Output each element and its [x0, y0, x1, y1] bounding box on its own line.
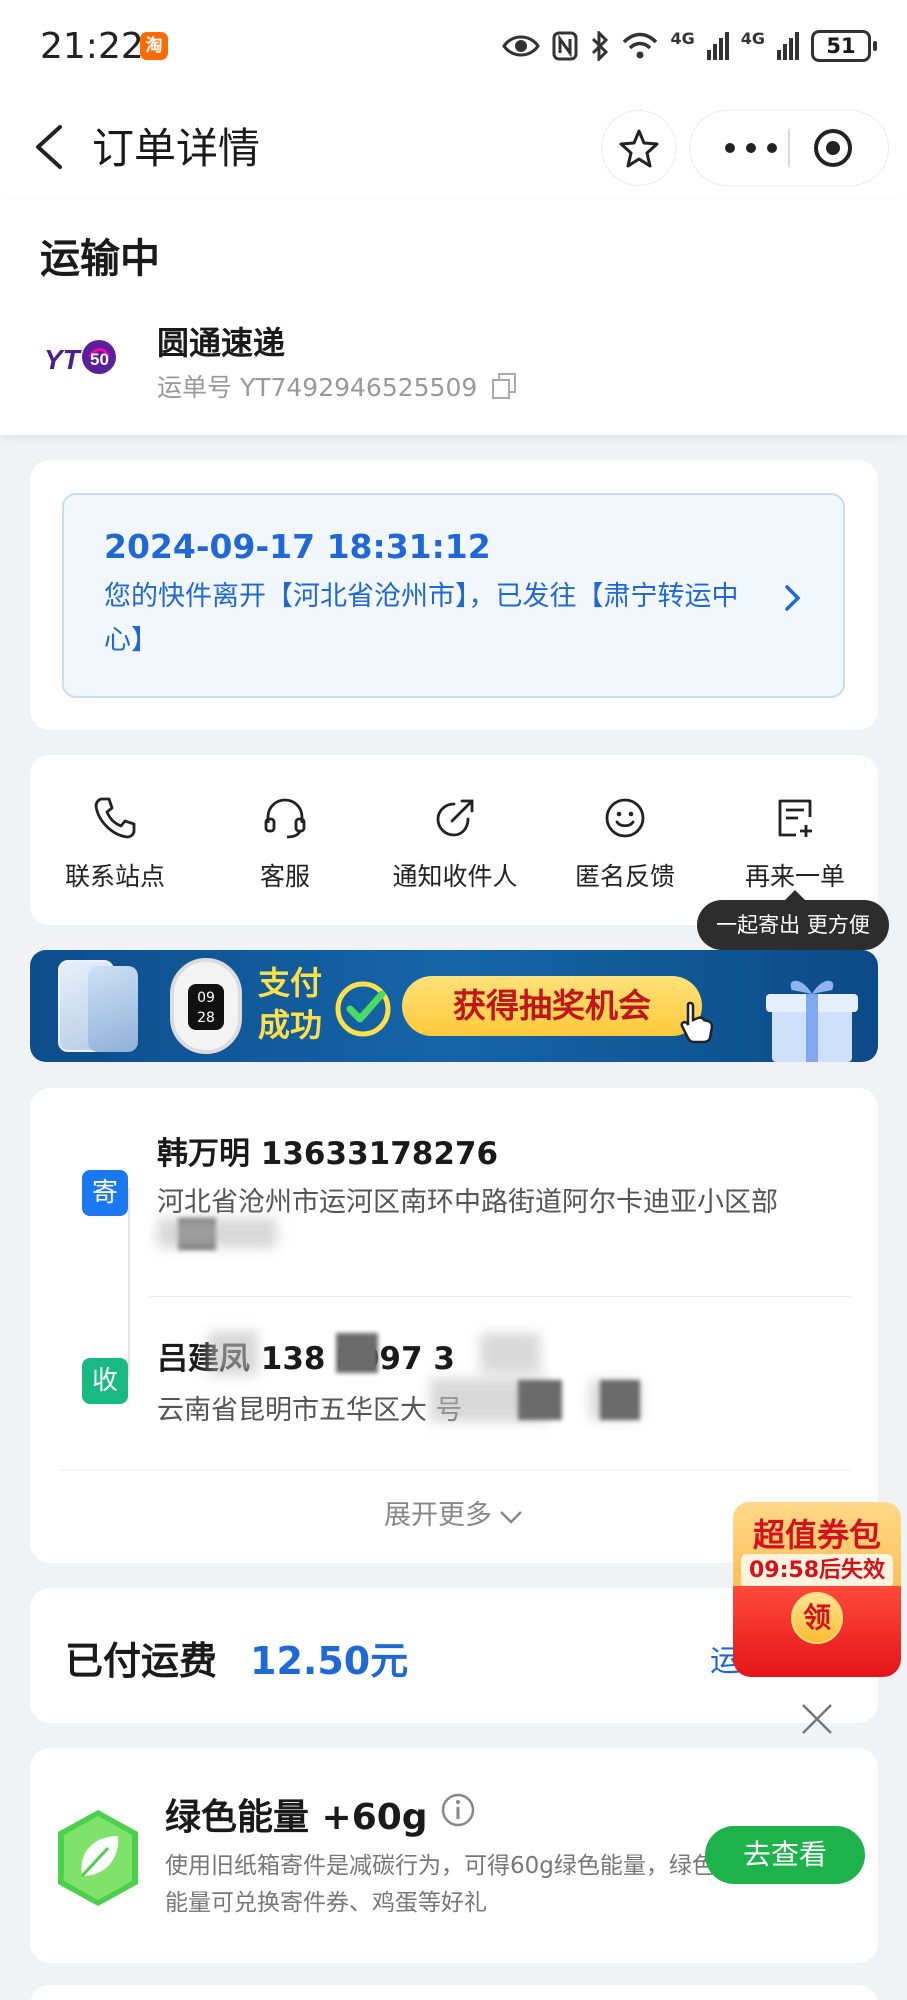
- signal-bars-icon: [706, 32, 729, 60]
- action-label: 再来一单: [744, 862, 845, 891]
- bluetooth-icon: [592, 31, 609, 61]
- expand-divider: [60, 1470, 850, 1471]
- address-card: 寄 韩万明 13633178276 河北省沧州市运河区南环中路街道阿尔卡迪亚小区…: [30, 1088, 878, 1563]
- action-label: 客服: [259, 862, 310, 891]
- more-icon[interactable]: [716, 133, 786, 163]
- waybill-text: 运单号 YT7492946525509: [157, 373, 478, 402]
- pay-line-2: 成功: [258, 1006, 323, 1044]
- wifi-icon: [623, 32, 658, 59]
- signal-4g-icon: 4G: [670, 28, 695, 48]
- nav-bar: 订单详情: [0, 95, 907, 200]
- sender-address: 河北省沧州市运河区南环中路街道阿尔卡迪亚小区部: [157, 1187, 778, 1218]
- lottery-banner[interactable]: 09 28 支付 成功 获得抽奖机会: [30, 950, 878, 1062]
- order-status: 运输中: [40, 236, 160, 282]
- expand-more-label: 展开更多: [384, 1500, 492, 1531]
- gift-icon: [766, 980, 858, 1062]
- status-time: 21:22: [40, 26, 144, 67]
- status-bar: 21:22 淘 4G 4G 51: [0, 0, 907, 95]
- sender-badge: 寄: [82, 1170, 128, 1216]
- action-customer-service[interactable]: 客服: [200, 795, 370, 893]
- page-title: 订单详情: [92, 124, 261, 173]
- address-divider: [150, 1296, 850, 1297]
- check-circle-icon: [335, 981, 391, 1037]
- info-icon[interactable]: [440, 1792, 476, 1828]
- redaction-blur: [480, 1333, 540, 1373]
- signal-bars-icon-2: [777, 32, 799, 60]
- tracking-card: 2024-09-17 18:31:12 您的快件离开【河北省沧州市】，已发往【肃…: [30, 460, 878, 730]
- receiver-badge: 收: [82, 1358, 128, 1404]
- leaf-icon: [58, 1810, 138, 1906]
- order-again-tooltip: 一起寄出 更方便: [697, 890, 889, 950]
- fee-value: 12.50元: [250, 1639, 409, 1683]
- watch-face: 09 28: [188, 984, 224, 1030]
- action-order-again[interactable]: 再来一单: [710, 795, 880, 893]
- order-add-icon: [778, 799, 812, 837]
- favorite-button[interactable]: [602, 111, 676, 185]
- svg-text:50: 50: [90, 350, 109, 369]
- waybill-number: 运单号 YT7492946525509: [157, 368, 517, 404]
- copy-icon[interactable]: [491, 372, 517, 400]
- address-connector: [128, 1188, 130, 1378]
- headset-icon: [264, 798, 306, 839]
- redaction-block: [518, 1380, 562, 1420]
- pointer-hand-icon: [680, 1001, 714, 1044]
- action-contact-station[interactable]: 联系站点: [30, 795, 200, 893]
- lottery-pill: 获得抽奖机会: [402, 976, 702, 1036]
- action-notify-receiver[interactable]: 通知收件人: [370, 795, 540, 893]
- fee-label: 已付运费: [65, 1639, 218, 1683]
- svg-text:YT: YT: [44, 344, 83, 375]
- order-header: 运输中 YT 50 圆通速递 运单号 YT7492946525509: [0, 200, 907, 435]
- energy-description: 使用旧纸箱寄件是减碳行为，可得60g绿色能量，绿色能量可兑换寄件券、鸡蛋等好礼: [165, 1853, 715, 1916]
- chevron-right-icon: [785, 585, 801, 611]
- redaction-blur: [157, 1218, 277, 1248]
- yto-logo-icon: YT 50: [44, 340, 116, 375]
- signal-4g-icon-2: 4G: [740, 28, 765, 48]
- watch-image: 09 28: [170, 958, 242, 1054]
- tracking-text: 您的快件离开【河北省沧州市】，已发往【肃宁转运中心】: [104, 581, 739, 656]
- taobao-app-icon: 淘: [140, 32, 168, 60]
- share-icon: [436, 799, 474, 837]
- action-label: 匿名反馈: [574, 862, 675, 891]
- pay-line-1: 支付: [258, 964, 323, 1002]
- carrier-name: 圆通速递: [157, 324, 286, 362]
- redaction-block: [336, 1333, 378, 1373]
- latest-tracking[interactable]: 2024-09-17 18:31:12 您的快件离开【河北省沧州市】，已发往【肃…: [62, 493, 845, 698]
- close-miniprogram-icon[interactable]: [812, 127, 854, 169]
- redaction-blur: [208, 1331, 258, 1375]
- sender-name-phone: 韩万明 13633178276: [157, 1136, 499, 1172]
- action-label: 联系站点: [64, 862, 165, 891]
- phone-icon: [94, 797, 136, 839]
- star-icon: [619, 129, 659, 168]
- receiver-name-phone: 吕建凤 138 8097 3: [157, 1341, 455, 1377]
- pay-success-text: 支付 成功: [258, 962, 322, 1046]
- close-icon[interactable]: [798, 1700, 836, 1738]
- phone-image-back: [88, 966, 138, 1052]
- coupon-claim-button[interactable]: 领: [791, 1592, 843, 1644]
- mini-program-capsule: [690, 111, 888, 185]
- green-energy-card: 绿色能量 +60g 使用旧纸箱寄件是减碳行为，可得60g绿色能量，绿色能量可兑换…: [30, 1748, 878, 1963]
- tracking-time: 2024-09-17 18:31:12: [104, 527, 491, 566]
- energy-title: 绿色能量 +60g: [165, 1797, 428, 1838]
- chevron-down-icon: [500, 1510, 522, 1524]
- coupon-timer: 09:58后失效: [741, 1554, 893, 1588]
- battery-icon: 51: [811, 30, 877, 62]
- next-card-edge: [30, 1985, 878, 2000]
- action-label: 通知收件人: [392, 862, 518, 891]
- coupon-pack-float[interactable]: 超值券包 09:58后失效 领: [733, 1502, 901, 1677]
- status-icons: 4G 4G 51: [502, 26, 877, 66]
- nfc-icon: [552, 31, 578, 61]
- back-icon[interactable]: [30, 121, 70, 173]
- action-anonymous-feedback[interactable]: 匿名反馈: [540, 795, 710, 893]
- smile-icon: [605, 798, 645, 838]
- redaction-block: [600, 1380, 640, 1420]
- view-energy-button[interactable]: 去查看: [705, 1826, 865, 1884]
- capsule-divider: [788, 129, 790, 167]
- coupon-title: 超值券包: [752, 1516, 881, 1554]
- eye-icon: [502, 35, 541, 57]
